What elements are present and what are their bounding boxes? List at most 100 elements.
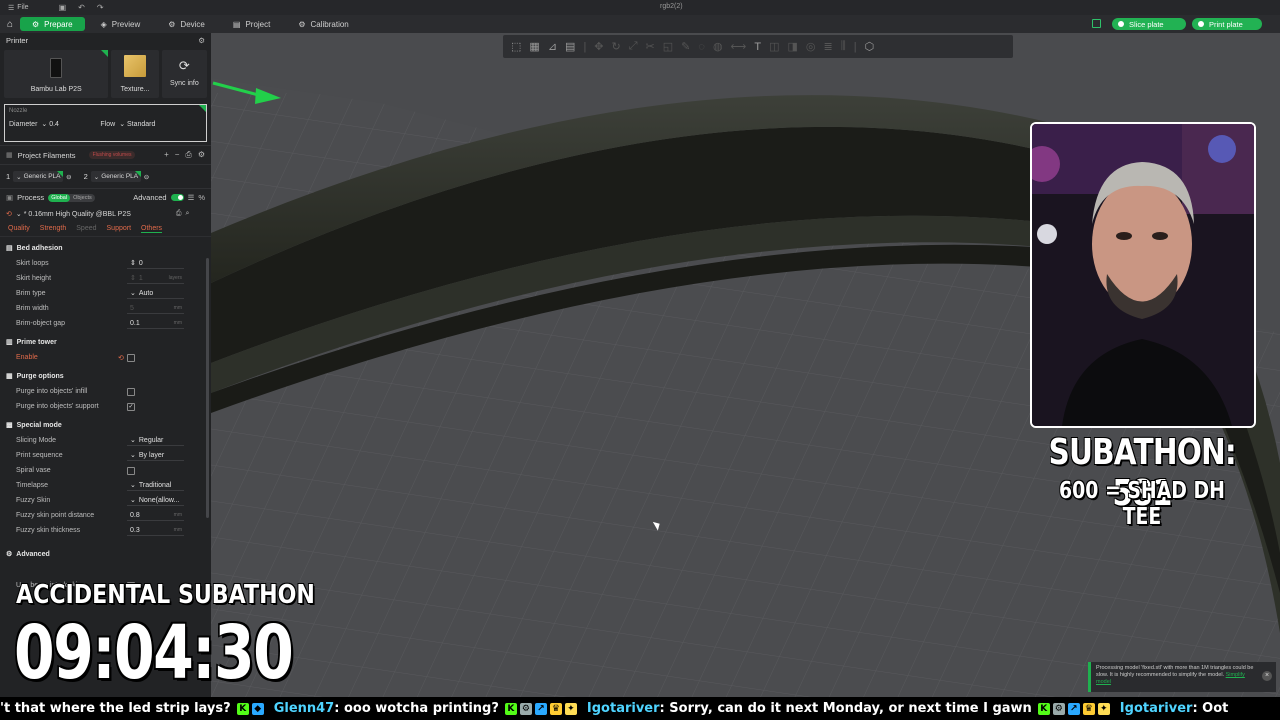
plate-type-card[interactable]: Texture... <box>111 50 159 98</box>
support-paint-icon[interactable]: ✎ <box>681 40 690 53</box>
brim-gap-input[interactable]: 0.1 mm <box>127 318 184 329</box>
fuzzy-thickness-input[interactable]: 0.3 mm <box>127 525 184 536</box>
process-preset-select[interactable]: ⌄ * 0.16mm High Quality @BBL P2S <box>16 210 172 218</box>
file-menu[interactable]: ☰ File <box>8 4 29 12</box>
list-icon[interactable]: ☰ <box>188 193 195 202</box>
arrange-icon[interactable]: ▤ <box>565 40 575 53</box>
brim-type-select[interactable]: ⌄ Auto <box>127 288 184 299</box>
print-plate-button[interactable]: Print plate <box>1192 18 1262 30</box>
percent-icon[interactable]: % <box>198 193 205 202</box>
slice-plate-button[interactable]: Slice plate <box>1112 18 1186 30</box>
filament-settings-icon[interactable]: ⚙ <box>198 150 205 160</box>
view-cube-icon[interactable]: ⬡ <box>865 40 875 53</box>
print-toggle-icon <box>1198 21 1204 27</box>
skirt-height-option: Skirt height ⇕ 1 layers <box>16 273 184 284</box>
diameter-select[interactable]: ⌄ 0.4 <box>41 120 96 128</box>
search-icon[interactable]: ⌕ <box>185 210 189 218</box>
sync-filament-icon[interactable]: ⎙ <box>185 150 191 160</box>
add-icon[interactable]: + <box>164 150 169 160</box>
subathon-goal: 600 = SHAD DH TEE <box>1059 478 1225 530</box>
advanced-toggle[interactable] <box>170 194 184 201</box>
tower-icon: ▥ <box>6 339 13 346</box>
plate-cube-icon[interactable] <box>1092 19 1101 28</box>
separator: | <box>583 40 587 53</box>
variable-height-icon[interactable]: ⫼ <box>841 40 846 53</box>
reset-icon[interactable]: ⟲ <box>118 354 124 362</box>
split-icon[interactable]: ◨ <box>787 40 797 53</box>
redo-icon[interactable]: ↷ <box>97 3 104 12</box>
timelapse-select[interactable]: ⌄ Traditional <box>127 480 184 491</box>
slicing-mode-select[interactable]: ⌄ Regular <box>127 435 184 446</box>
close-icon[interactable]: × <box>1262 671 1272 681</box>
move-icon[interactable]: ✥ <box>594 40 603 53</box>
layer-icon[interactable]: ≣ <box>823 40 832 53</box>
global-objects-switch[interactable]: Global Objects <box>48 193 95 202</box>
purge-support-checkbox[interactable]: ✓ <box>127 402 135 411</box>
save-preset-icon[interactable]: ⎙ <box>176 210 182 218</box>
tab-device[interactable]: ⚙ Device <box>156 17 217 31</box>
remove-icon[interactable]: − <box>175 150 180 160</box>
fuzzy-skin-select[interactable]: ⌄ None(allow... <box>127 495 184 506</box>
purge-infill-option: Purge into objects' infill <box>0 384 211 399</box>
add-object-icon[interactable]: ⬚ <box>511 40 521 53</box>
cut-icon[interactable]: ✂ <box>646 40 655 53</box>
filament-slot-2[interactable]: 2 ⌄ Generic PLA ⊖ <box>84 171 156 182</box>
filament-edit-icon[interactable]: ⊖ <box>66 173 71 181</box>
tab-project[interactable]: ▤ Project <box>221 17 282 31</box>
printer-model-card[interactable]: Bambu Lab P2S <box>4 50 109 98</box>
home-icon[interactable]: ⌂ <box>0 15 20 33</box>
prime-enable-checkbox[interactable] <box>127 353 135 362</box>
tab-preview[interactable]: ◈ Preview <box>89 17 153 31</box>
kick-icon: K <box>504 702 517 715</box>
slicing-mode-option: Slicing Mode ⌄ Regular <box>0 433 211 448</box>
purge-infill-checkbox[interactable] <box>127 387 135 396</box>
undo-icon[interactable]: ↶ <box>78 3 85 12</box>
subtab-strength[interactable]: Strength <box>40 225 66 233</box>
sync-info-button[interactable]: ⟳ Sync info <box>161 50 207 98</box>
bed-adhesion-title: ▤ Bed adhesion <box>6 244 63 253</box>
mesh-boolean-icon[interactable]: ◎ <box>806 40 816 53</box>
skirt-height-input[interactable]: ⇕ 1 layers <box>127 273 184 284</box>
process-subtabs: Quality Strength Speed Support Others <box>0 222 211 237</box>
spiral-vase-checkbox[interactable] <box>127 466 135 475</box>
color-paint-icon[interactable]: ◍ <box>713 40 723 53</box>
subtab-quality[interactable]: Quality <box>8 225 30 233</box>
filament-slot-1[interactable]: 1 ⌄ Generic PLA ⊖ <box>6 171 78 182</box>
seam-paint-icon[interactable]: ◌ <box>698 41 705 53</box>
rotate-icon[interactable]: ↻ <box>612 40 621 53</box>
separator: | <box>853 40 857 53</box>
print-sequence-option: Print sequence ⌄ By layer <box>0 448 211 463</box>
auto-orient-icon[interactable]: ⊿ <box>548 40 557 53</box>
print-sequence-select[interactable]: ⌄ By layer <box>127 450 184 461</box>
measure-icon[interactable]: ⟷ <box>731 40 747 53</box>
settings-gear-icon[interactable]: ⚙ <box>198 36 205 45</box>
filament-edit-icon[interactable]: ⊖ <box>144 173 149 181</box>
flushing-volumes-button[interactable]: Flushing volumes <box>88 151 136 159</box>
save-icon[interactable]: ▣ <box>59 3 67 12</box>
scale-icon[interactable]: ⤢ <box>629 40 638 53</box>
special-icon: ▩ <box>6 422 13 429</box>
subtab-others[interactable]: Others <box>141 225 163 233</box>
purge-support-option: Purge into objects' support ✓ <box>16 402 135 411</box>
brim-width-input[interactable]: 5 mm <box>127 303 184 314</box>
skirt-loops-input[interactable]: ⇕ 0 <box>127 258 184 269</box>
grid-icon[interactable]: ▦ <box>529 40 539 53</box>
emote-icon: ↗ <box>1067 702 1080 715</box>
tab-calibration[interactable]: ⚙ Calibration <box>286 17 360 31</box>
printer-icon <box>50 58 63 78</box>
sidebar-scrollbar[interactable] <box>206 258 209 518</box>
text-icon[interactable]: T <box>754 41 761 53</box>
main-tab-bar: ⌂ ⚙ Prepare ◈ Preview ⚙ Device ▤ Project ⚙ Ca… <box>0 15 1280 33</box>
place-face-icon[interactable]: ◱ <box>663 40 673 53</box>
filament-icon: ▦ <box>6 152 13 159</box>
chat-badges: K ◆ <box>236 702 264 715</box>
subtab-speed[interactable]: Speed <box>76 225 96 233</box>
fuzzy-distance-input[interactable]: 0.8 mm <box>127 510 184 521</box>
subtab-support[interactable]: Support <box>107 225 132 233</box>
assembly-icon[interactable]: ◫ <box>769 40 779 53</box>
device-icon: ⚙ <box>168 19 176 29</box>
flow-select[interactable]: ⌄ Standard <box>119 120 174 128</box>
preview-icon: ◈ <box>100 19 107 29</box>
reset-icon[interactable]: ⟲ <box>6 210 12 218</box>
tab-prepare[interactable]: ⚙ Prepare <box>20 17 85 31</box>
